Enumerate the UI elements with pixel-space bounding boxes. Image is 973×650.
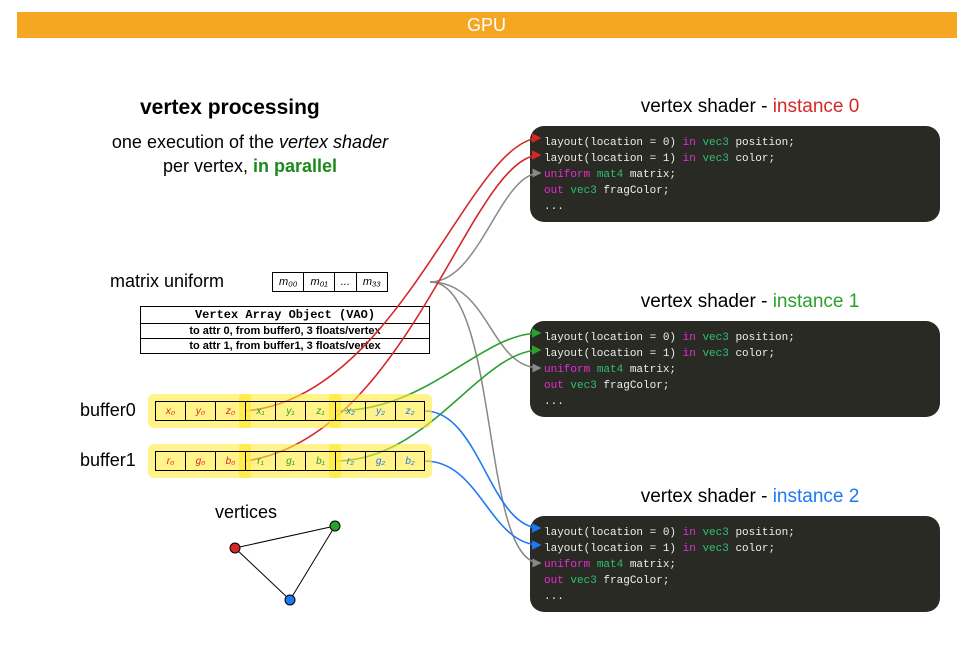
vao-row: to attr 0, from buffer0, 3 floats/vertex — [141, 324, 429, 339]
shader-code-2: layout(location = 0) in vec3 position; l… — [530, 516, 940, 612]
buffer0-cell: x₂ — [335, 401, 365, 421]
buffer0-cell: z₂ — [395, 401, 425, 421]
matrix-cell: m₃₃ — [357, 273, 387, 291]
vp-sub-d: in parallel — [253, 156, 337, 176]
vertices-triangle — [190, 508, 360, 618]
vao-row: to attr 1, from buffer1, 3 floats/vertex — [141, 339, 429, 353]
vp-sub-b: vertex shader — [279, 132, 388, 152]
title-bar: GPU — [17, 12, 957, 38]
matrix-cell: m₀₀ — [273, 273, 304, 291]
buffer1-cell: g₁ — [275, 451, 305, 471]
title-text: GPU — [467, 15, 506, 36]
instance-1: instance 1 — [773, 291, 860, 312]
vao-title: Vertex Array Object (VAO) — [141, 307, 429, 324]
matrix-cell: m₀₁ — [304, 273, 334, 291]
buffer0-cell: x₀ — [155, 401, 185, 421]
buffer1-cell: g₂ — [365, 451, 395, 471]
matrix-uniform-cells: m₀₀ m₀₁ ... m₃₃ — [272, 272, 388, 292]
shader-title-2: vertex shader - instance 2 — [560, 486, 940, 508]
shader-code-0: layout(location = 0) in vec3 position; l… — [530, 126, 940, 222]
shader-prefix: vertex shader - — [641, 486, 773, 507]
vp-sub-a: one execution of the — [112, 132, 279, 152]
buffer1-cell: b₀ — [215, 451, 245, 471]
buffer0: x₀ y₀ z₀ x₁ y₁ z₁ x₂ y₂ z₂ — [155, 401, 425, 421]
buffer1-cell: b₁ — [305, 451, 335, 471]
shader-code-1: layout(location = 0) in vec3 position; l… — [530, 321, 940, 417]
buffer1: r₀ g₀ b₀ r₁ g₁ b₁ r₂ g₂ b₂ — [155, 451, 425, 471]
buffer0-cell: z₁ — [305, 401, 335, 421]
shader-title-0: vertex shader - instance 0 — [560, 96, 940, 118]
buffer1-cell: b₂ — [395, 451, 425, 471]
shader-prefix: vertex shader - — [641, 96, 773, 117]
shader-prefix: vertex shader - — [641, 291, 773, 312]
instance-0: instance 0 — [773, 96, 860, 117]
buffer1-cell: r₂ — [335, 451, 365, 471]
buffer0-cell: y₀ — [185, 401, 215, 421]
buffer1-cell: r₁ — [245, 451, 275, 471]
diagram-stage: vertex processing one execution of the v… — [0, 38, 973, 638]
vp-subtitle: one execution of the vertex shader per v… — [60, 130, 440, 179]
matrix-cell: ... — [335, 273, 357, 291]
shader-title-1: vertex shader - instance 1 — [560, 291, 940, 313]
vp-heading: vertex processing — [140, 96, 320, 120]
vp-sub-c: per vertex, — [163, 156, 253, 176]
matrix-uniform-label: matrix uniform — [110, 271, 224, 292]
buffer1-cell: g₀ — [185, 451, 215, 471]
buffer0-label: buffer0 — [80, 400, 136, 421]
buffer1-label: buffer1 — [80, 450, 136, 471]
buffer1-cell: r₀ — [155, 451, 185, 471]
instance-2: instance 2 — [773, 486, 860, 507]
buffer0-cell: y₂ — [365, 401, 395, 421]
buffer0-cell: y₁ — [275, 401, 305, 421]
buffer0-cell: z₀ — [215, 401, 245, 421]
buffer0-cell: x₁ — [245, 401, 275, 421]
vao-box: Vertex Array Object (VAO) to attr 0, fro… — [140, 306, 430, 354]
